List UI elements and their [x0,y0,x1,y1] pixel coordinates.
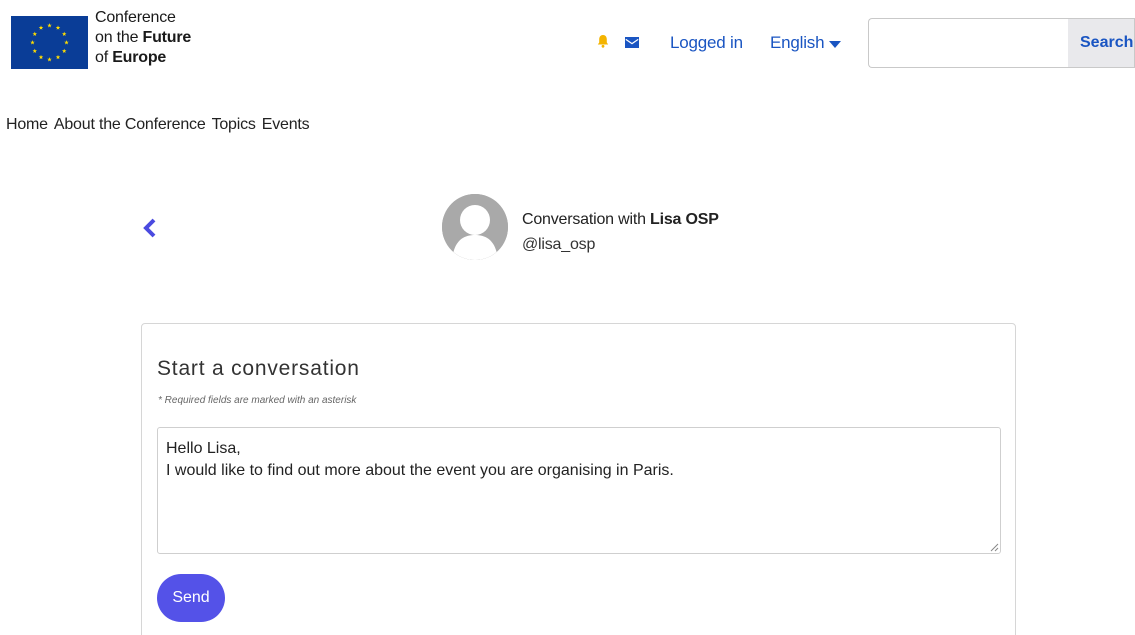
site-logo-text[interactable]: Conference on the Future of Europe [95,8,191,68]
nav-item-about[interactable]: About the Conference [54,116,206,134]
nav-item-home[interactable]: Home [6,116,48,134]
eu-star [32,31,38,36]
eu-star [55,54,61,60]
eu-star [47,23,52,28]
eu-star [61,48,67,53]
eu-flag-logo[interactable] [11,16,88,69]
eu-star [61,31,67,36]
nav-item-topics[interactable]: Topics [212,116,256,134]
chevron-left-icon[interactable] [140,216,160,240]
nav-item-events[interactable]: Events [262,116,310,134]
conversation-title: Conversation with Lisa OSP [522,211,719,228]
eu-star [55,25,61,30]
conversation-handle: @lisa_osp [522,236,596,253]
logo-line-1: Conference [95,9,176,26]
eu-star [64,40,69,45]
eu-star [38,54,44,60]
bell-icon[interactable] [596,34,610,48]
logo-line-3: of Europe [95,49,167,66]
logged-in-link[interactable]: Logged in [670,33,743,53]
mail-icon[interactable] [625,37,639,48]
eu-stars-icon [30,23,69,62]
caret-down-icon [829,40,842,48]
form-title: Start a conversation [157,357,360,380]
language-label: English [770,33,825,52]
conversation-form-card: Start a conversation * Required fields a… [141,323,1016,635]
logo-line-2: on the Future [95,29,192,46]
eu-star [47,57,52,62]
send-button[interactable]: Send [157,574,225,622]
required-fields-note: * Required fields are marked with an ast… [158,395,357,406]
language-selector[interactable]: English [770,33,842,53]
main-nav: Home About the Conference Topics Events [6,116,310,134]
resize-handle-icon[interactable] [989,542,999,552]
eu-star [32,48,38,53]
eu-star [30,40,35,45]
avatar[interactable] [442,194,508,260]
user-silhouette-icon [442,194,508,260]
search-button[interactable]: Search [1068,18,1135,68]
conversation-partner-name: Lisa OSP [650,211,719,228]
site-header: Conference on the Future of Europe Logge… [0,0,1135,80]
message-textarea[interactable] [157,427,1001,554]
eu-star [38,25,44,30]
search-input[interactable] [868,18,1068,68]
